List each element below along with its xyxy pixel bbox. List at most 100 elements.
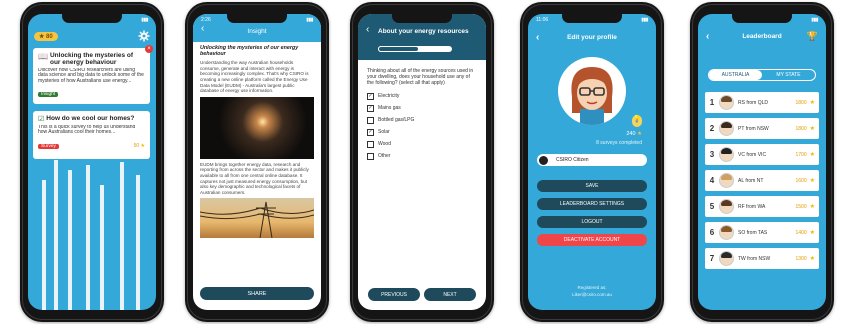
status-time: 11:06 (536, 17, 549, 23)
decor-streak (68, 170, 72, 310)
card-text: This is a quick survey to help us unders… (38, 125, 136, 136)
logout-button[interactable]: LOGOUT (537, 216, 647, 228)
lightbulb-image (200, 96, 314, 159)
previous-button[interactable]: PREVIOUS (368, 288, 420, 301)
option-row[interactable]: ✓ Solar (358, 126, 486, 138)
phone-insight: 2:26 ▮▮▮ ‹ Insight Unlocking the mysterie… (185, 2, 329, 322)
decor-streak (100, 185, 104, 310)
insight-card[interactable]: × 📖 Unlocking the mysteries of our energ… (33, 45, 153, 104)
phone-home: ▮▮▮ ★ 80 × 📖 Unlocking the mysteries of … (20, 2, 164, 322)
star-icon: ★ (809, 178, 815, 184)
decor-streak (136, 175, 140, 310)
phone-survey: ‹ About your energy resources Thinking a… (350, 2, 494, 322)
survey-card[interactable]: ☑ How do we cool our homes? This is a qu… (33, 111, 150, 159)
close-icon[interactable]: × (145, 45, 153, 53)
points-value: 240 (626, 131, 636, 137)
surveys-completed: 8 surveys completed (596, 140, 642, 146)
back-icon[interactable]: ‹ (706, 31, 709, 42)
profile-points: 240 ★ (626, 131, 642, 137)
power-lines-image (200, 198, 314, 239)
notch (392, 14, 452, 23)
home-topbar: ★ 80 (28, 26, 156, 44)
notch (62, 14, 122, 23)
option-row[interactable]: Bottled gas/LPG (358, 114, 486, 126)
tab-my-state[interactable]: MY STATE (762, 70, 815, 80)
back-icon[interactable]: ‹ (366, 24, 369, 35)
leaderboard-row[interactable]: 1 RS from QLD 1800 ★ (705, 92, 819, 113)
star-icon: ★ (809, 230, 815, 236)
save-button[interactable]: SAVE (537, 180, 647, 192)
back-icon[interactable]: ‹ (201, 23, 204, 34)
star-icon: ★ (809, 256, 815, 262)
option-row[interactable]: ✓ Electricity (358, 90, 486, 102)
leaderboard-row[interactable]: 5 RF from WA 1500 ★ (705, 196, 819, 217)
insight-tag: Insight (38, 92, 59, 97)
phone-profile: 11:06 ▮▮▮ ‹ Edit your profile 💡 240 ★ 8 s… (520, 2, 664, 322)
checkbox-icon[interactable] (367, 116, 374, 124)
star-icon: ★ (809, 152, 815, 158)
checkbox-icon[interactable] (367, 140, 374, 148)
player-points: 1700 (795, 151, 807, 158)
back-icon[interactable]: ‹ (536, 32, 539, 43)
star-icon: ★ (140, 142, 145, 149)
insight-body: Unlocking the mysteries of our energy be… (193, 42, 321, 242)
decor-streak (54, 160, 58, 310)
notch (227, 14, 287, 23)
rank-number: 4 (709, 176, 715, 185)
survey-question: Thinking about all of the energy sources… (367, 68, 474, 86)
checkbox-icon: ☑ (38, 116, 45, 123)
checkbox-checked-icon[interactable]: ✓ (367, 104, 374, 112)
display-name-field[interactable]: CSIRO Citizen (537, 154, 647, 166)
leaderboard-settings-button[interactable]: LEADERBOARD SETTINGS (537, 198, 647, 210)
avatar (719, 173, 734, 188)
leaderboard-screen: ▮▮▮ ‹ Leaderboard 🏆 AUSTRALIA MY STATE 1… (698, 14, 826, 310)
profile-screen: 11:06 ▮▮▮ ‹ Edit your profile 💡 240 ★ 8 s… (528, 14, 656, 310)
rank-number: 6 (709, 228, 715, 237)
survey-screen: ‹ About your energy resources Thinking a… (358, 14, 486, 310)
display-name: CSIRO Citizen (556, 157, 589, 163)
leaderboard-row[interactable]: 4 AL from NT 1600 ★ (705, 170, 819, 191)
star-icon: ★ (809, 204, 815, 210)
header-title: Leaderboard (742, 32, 782, 40)
leaderboard-row[interactable]: 3 VC from VIC 1700 ★ (705, 144, 819, 165)
leaderboard-header: ‹ Leaderboard 🏆 (698, 26, 826, 46)
option-label: Solar (378, 129, 390, 135)
home-screen: ▮▮▮ ★ 80 × 📖 Unlocking the mysteries of … (28, 14, 156, 310)
rank-number: 2 (709, 124, 715, 133)
phone-leaderboard: ▮▮▮ ‹ Leaderboard 🏆 AUSTRALIA MY STATE 1… (690, 2, 834, 322)
pylon-icon (200, 202, 314, 239)
leaderboard-row[interactable]: 6 SO from TAS 1400 ★ (705, 222, 819, 243)
notch (562, 14, 622, 23)
user-icon (539, 155, 548, 165)
player-name: AL from NT (738, 177, 764, 184)
card-title: How do we cool our homes? (46, 115, 135, 122)
tab-australia[interactable]: AUSTRALIA (709, 70, 762, 80)
star-icon: ★ (809, 126, 815, 132)
option-row[interactable]: Wood (358, 138, 486, 150)
survey-points-value: 50 (133, 142, 140, 149)
leaderboard-scope-toggle[interactable]: AUSTRALIA MY STATE (708, 69, 816, 81)
player-name: VC from VIC (738, 151, 767, 158)
next-button[interactable]: NEXT (424, 288, 476, 301)
player-name: SO from TAS (738, 229, 768, 236)
player-name: RS from QLD (738, 99, 769, 106)
rank-number: 7 (709, 254, 715, 263)
progress-fill (378, 46, 419, 52)
deactivate-account-button[interactable]: DEACTIVATE ACCOUNT (537, 234, 647, 246)
player-points: 1500 (795, 203, 807, 210)
article-paragraph: Understanding the way Australian househo… (200, 60, 309, 94)
leaderboard-row[interactable]: 2 PT from NSW 1800 ★ (705, 118, 819, 139)
share-button[interactable]: SHARE (200, 287, 314, 300)
option-row[interactable]: Other (358, 150, 486, 162)
option-row[interactable]: ✓ Mains gas (358, 102, 486, 114)
checkbox-checked-icon[interactable]: ✓ (367, 128, 374, 136)
gear-icon[interactable] (138, 30, 150, 42)
leaderboard-row[interactable]: 7 TW from NSW 1300 ★ (705, 248, 819, 269)
star-icon: ★ (809, 100, 815, 106)
profile-footer: Registered as: Liker@csiro.com.au (528, 284, 656, 298)
checkbox-checked-icon[interactable]: ✓ (367, 92, 374, 100)
header-title: Edit your profile (567, 33, 617, 41)
checkbox-icon[interactable] (367, 152, 374, 160)
avatar[interactable] (558, 57, 626, 125)
points-badge[interactable]: ★ 80 (34, 31, 58, 41)
